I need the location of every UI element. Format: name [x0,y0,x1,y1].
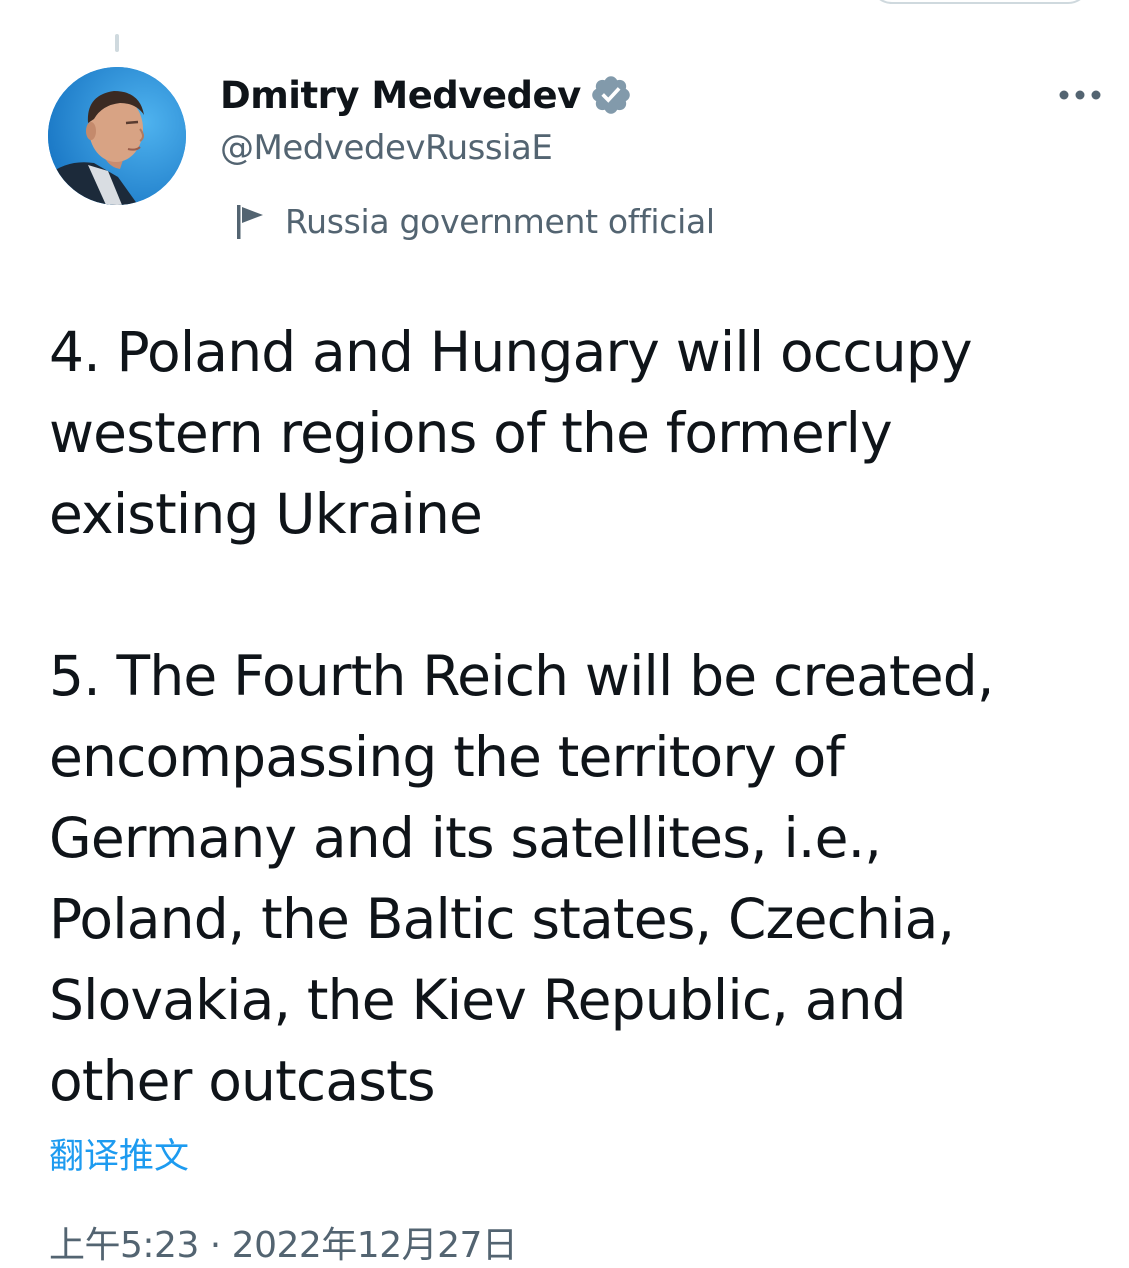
tweet-line: 5. The Fourth Reich will be created, [49,644,994,708]
verified-badge-icon [589,73,633,117]
author-name-row[interactable]: Dmitry Medvedev [220,70,633,120]
tweet-line: 4. Poland and Hungary will occupy [49,320,973,384]
translate-tweet-link[interactable]: 翻译推文 [49,1128,189,1179]
tweet-line: Poland, the Baltic states, Czechia, [49,887,955,951]
tweet-timestamp[interactable]: 上午5:23 · 2022年12月27日 [49,1216,518,1268]
tweet-line: encompassing the territory of [49,725,845,789]
avatar-portrait-icon [48,67,186,205]
account-label-text: Russia government official [285,201,715,241]
author-handle[interactable]: @MedvedevRussiaE [220,128,553,168]
more-horizontal-icon [1059,90,1101,100]
tweet-text: 4. Poland and Hungary will occupy wester… [49,312,1119,1122]
flag-icon [233,201,269,241]
more-options-button[interactable] [1052,78,1108,112]
tweet-line: existing Ukraine [49,482,483,546]
tweet-line: Slovakia, the Kiev Republic, and [49,968,907,1032]
tweet-line: other outcasts [49,1049,436,1113]
top-pill-button[interactable] [870,0,1090,4]
tweet-line: western regions of the formerly [49,401,893,465]
avatar[interactable] [48,67,186,205]
tweet-line: Germany and its satellites, i.e., [49,806,882,870]
account-label[interactable]: Russia government official [233,198,715,244]
thread-connector-line [115,34,119,52]
author-display-name[interactable]: Dmitry Medvedev [220,74,581,117]
